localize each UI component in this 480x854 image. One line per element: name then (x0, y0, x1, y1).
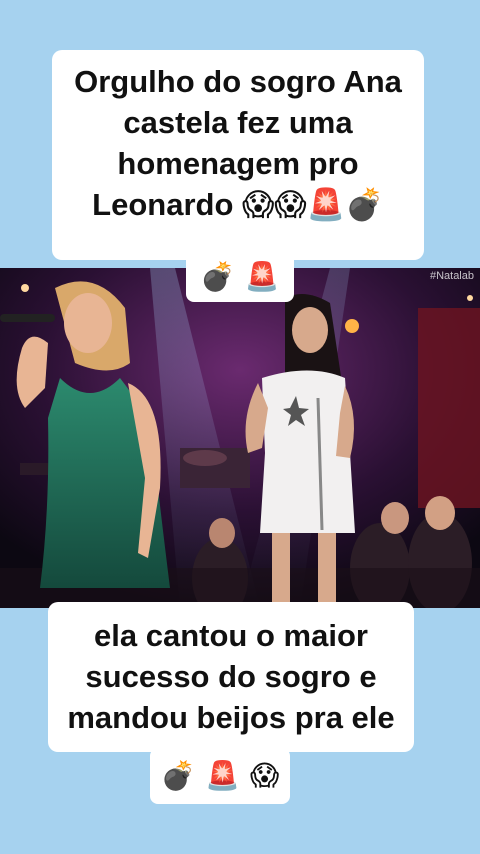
top-caption-line-2: castela fez uma (123, 104, 353, 140)
video-frame[interactable]: #Natalab (0, 268, 480, 608)
stage-scene (0, 268, 480, 608)
watermark: #Natalab (429, 270, 474, 282)
top-caption-line-1: Orgulho do sogro Ana (74, 64, 402, 99)
top-caption-line-4: Leonardo 😱😱🚨💣 (92, 186, 384, 222)
bottom-caption-line-2: sucesso do sogro e (85, 658, 377, 694)
top-caption-line-3: homenagem pro (117, 145, 359, 181)
bottom-caption-line-3: mandou beijos pra ele (67, 699, 395, 735)
top-caption: Orgulho do sogro Ana castela fez uma hom… (52, 50, 424, 260)
bottom-caption: ela cantou o maior sucesso do sogro e ma… (48, 602, 414, 752)
bottom-caption-line-1: ela cantou o maior (94, 618, 368, 653)
bottom-caption-emoji-row: 💣 🚨 😱 (150, 748, 290, 804)
top-caption-emoji-row: 💣 🚨 (186, 252, 294, 302)
